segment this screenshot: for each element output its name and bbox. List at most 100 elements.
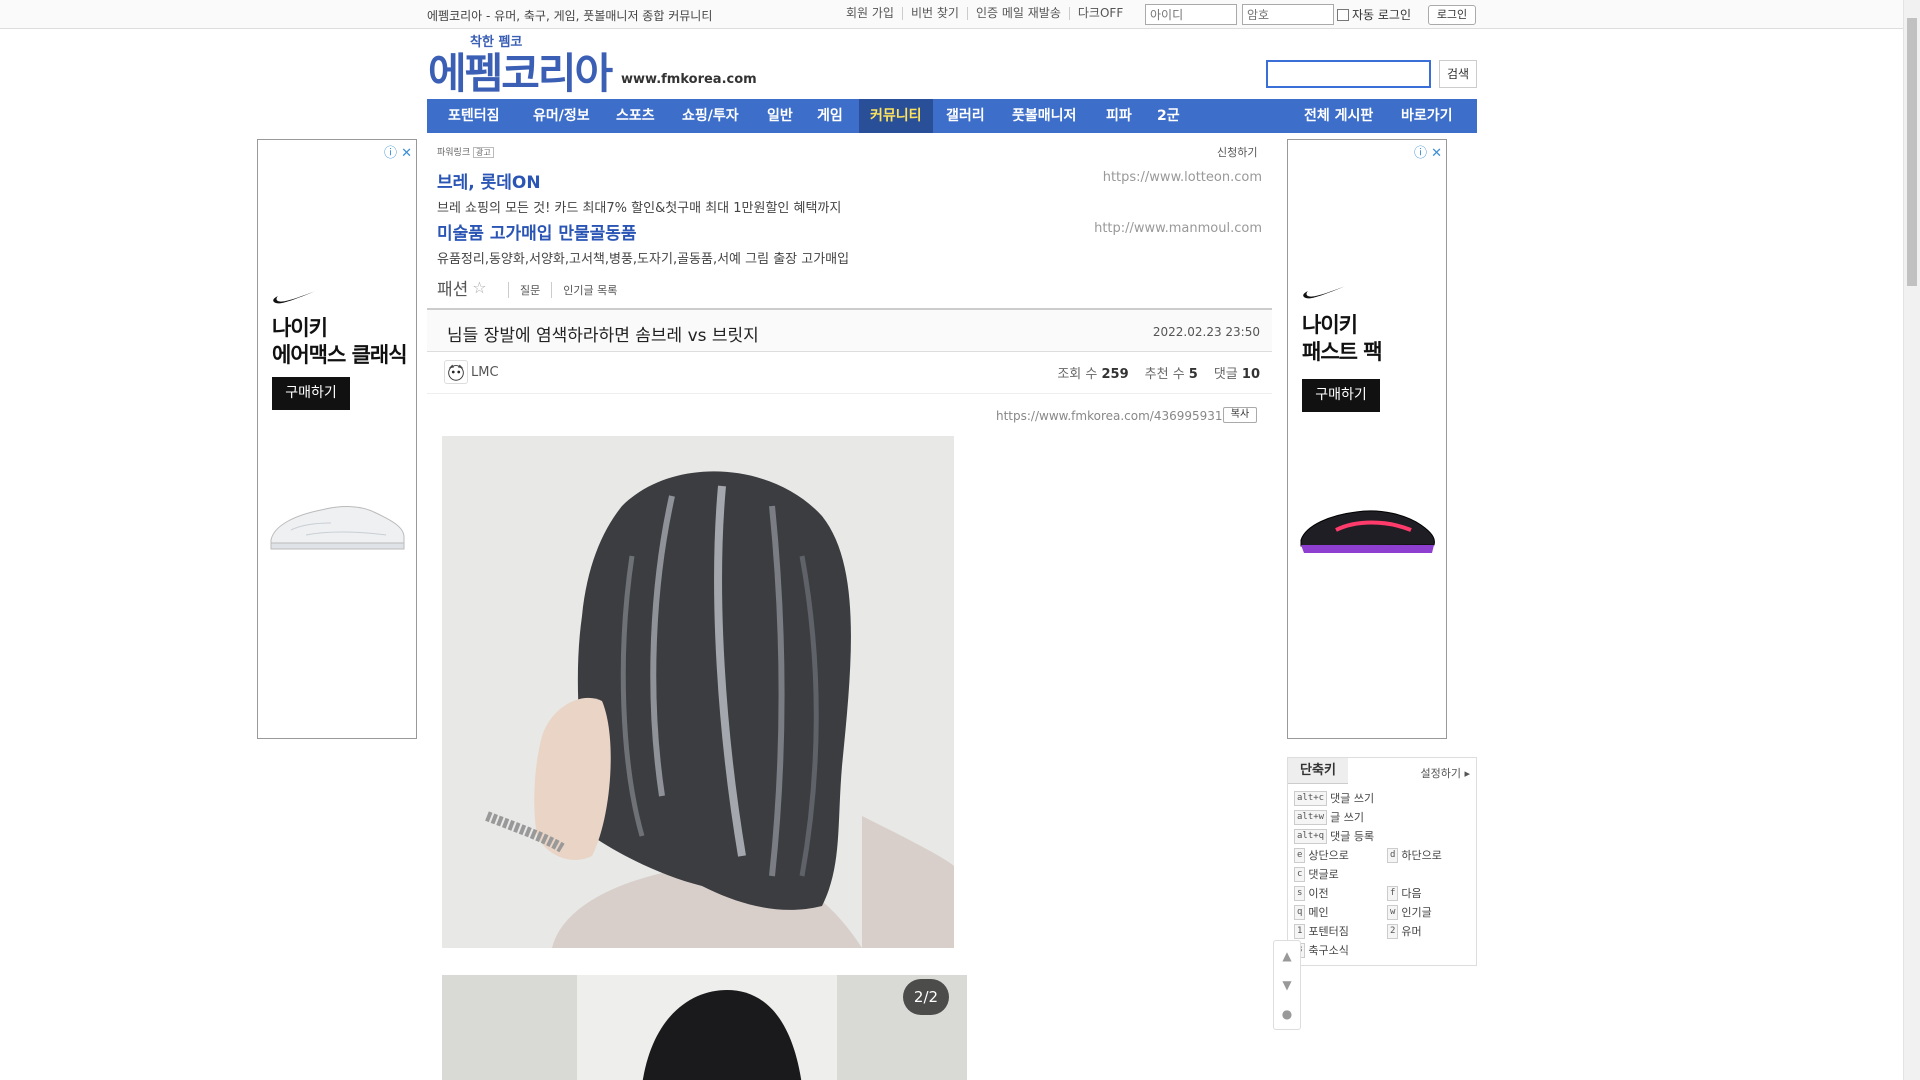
auto-login-checkbox[interactable] (1337, 8, 1349, 21)
powerlink-apply-link[interactable]: 신청하기 (1217, 144, 1257, 160)
find-password-link[interactable]: 비번 찾기 (903, 7, 968, 20)
nav-item-fm[interactable]: 풋볼매니저 (1000, 99, 1088, 133)
views-count: 259 (1101, 367, 1129, 382)
shortcut-panel: 단축키 설정하기 ▸ alt+c 댓글 쓰기 alt+w 글 쓰기 alt+q 댓글 … (1287, 757, 1477, 966)
shortcut-key: alt+q (1294, 828, 1328, 844)
board-link-popular[interactable]: 인기글 목록 (551, 282, 628, 298)
copy-link-button[interactable]: 복사 (1223, 407, 1257, 423)
post-image-1[interactable] (442, 436, 954, 948)
nav-item-gallery[interactable]: 갤러리 (934, 99, 997, 133)
author-name[interactable]: LMC (471, 365, 499, 380)
views-stat: 조회 수 259 (1057, 363, 1128, 382)
right-banner-ad[interactable]: ⓘ ✕ 나이키 패스트 팩 구매하기 (1287, 139, 1447, 739)
shortcut-key: alt+w (1294, 809, 1328, 825)
username-input[interactable] (1145, 4, 1237, 25)
shortcut-item: c 댓글로 (1294, 866, 1339, 882)
shortcut-label: 상단으로 (1308, 849, 1349, 862)
author-avatar[interactable] (444, 360, 468, 384)
signup-link[interactable]: 회원 가입 (838, 7, 903, 20)
nav-all-boards[interactable]: 전체 게시판 (1292, 99, 1385, 133)
comment-icon[interactable]: ● (1282, 1007, 1292, 1021)
shortcut-item: f 다음 (1387, 885, 1422, 901)
shortcut-item: e 상단으로 (1294, 847, 1349, 863)
shortcut-label: 댓글 쓰기 (1330, 792, 1375, 805)
shortcut-label: 댓글 등록 (1330, 830, 1375, 843)
board-name[interactable]: 패션 ☆ (437, 275, 487, 300)
text-ad[interactable]: 브레, 롯데ON 브레 쇼핑의 모든 것! 카드 최대7% 할인&첫구매 최대 … (437, 168, 1262, 216)
shortcut-label: 다음 (1401, 887, 1422, 900)
arrow-up-icon[interactable]: ▲ (1282, 949, 1291, 963)
shortcut-label: 유머 (1401, 925, 1422, 938)
resend-email-link[interactable]: 인증 메일 재발송 (968, 7, 1070, 20)
search-input[interactable] (1266, 60, 1431, 88)
scrollbar-thumb[interactable] (1907, 18, 1917, 286)
dark-mode-toggle[interactable]: 다크OFF (1070, 7, 1131, 20)
board-links: 질문 인기글 목록 (508, 282, 628, 298)
shortcut-tab[interactable]: 단축키 (1288, 758, 1348, 784)
site-logo[interactable]: 에펨코리아 (428, 40, 613, 101)
nav-item-2gun[interactable]: 2군 (1145, 99, 1192, 133)
nav-item-community[interactable]: 커뮤니티 (859, 99, 933, 133)
shortcut-item: alt+c 댓글 쓰기 (1294, 790, 1374, 806)
nav-item-humor[interactable]: 유머/정보 (521, 99, 602, 133)
post-image-2[interactable] (442, 975, 967, 1080)
board-link-question[interactable]: 질문 (508, 282, 551, 298)
powerlink-label: 파워링크 광고 (437, 145, 494, 158)
likes-label: 추천 수 (1144, 367, 1185, 382)
right-ad-buy-button[interactable]: 구매하기 (1302, 379, 1380, 412)
post-stats: 조회 수 259 추천 수 5 댓글 10 (1057, 363, 1260, 382)
nav-item-fifa[interactable]: 피파 (1094, 99, 1144, 133)
post-date: 2022.02.23 23:50 (1152, 325, 1260, 339)
text-ad-url[interactable]: https://www.lotteon.com (1103, 170, 1262, 185)
ad-badge: 광고 (473, 147, 494, 158)
page-scrollbar[interactable] (1903, 0, 1920, 1080)
post-permalink[interactable]: https://www.fmkorea.com/4369959316 (996, 409, 1230, 423)
shortcut-item: s 이전 (1294, 885, 1329, 901)
arrow-down-icon[interactable]: ▼ (1282, 978, 1291, 992)
shortcut-key: alt+c (1294, 790, 1328, 806)
text-ad[interactable]: 미술품 고가매입 만물골동품 유품정리,동양화,서양화,고서책,병풍,도자기,골… (437, 219, 1262, 267)
password-input[interactable] (1242, 4, 1334, 25)
shortcut-item: w 인기글 (1387, 904, 1432, 920)
image-counter: 2/2 (903, 979, 949, 1015)
login-button[interactable]: 로그인 (1428, 5, 1476, 25)
nav-item-game[interactable]: 게임 (805, 99, 855, 133)
text-ad-desc: 브레 쇼핑의 모든 것! 카드 최대7% 할인&첫구매 최대 1만원할인 혜택까… (437, 201, 842, 216)
nav-item-poten[interactable]: 포텐터짐 (436, 99, 512, 133)
shortcut-label: 이전 (1308, 887, 1329, 900)
black-sneaker-image (1300, 510, 1435, 553)
shortcut-label: 댓글로 (1308, 868, 1339, 881)
left-banner-ad[interactable]: ⓘ ✕ 나이키 에어맥스 클래식 구매하기 (257, 139, 417, 739)
right-ad-title-line1: 나이키 (1302, 313, 1358, 337)
shortcut-item: 2 유머 (1387, 923, 1422, 939)
caret-right-icon: ▸ (1464, 767, 1470, 780)
text-ad-url[interactable]: http://www.manmoul.com (1094, 221, 1262, 236)
left-ad-title-line2: 에어맥스 클래식 (272, 343, 408, 367)
nav-item-sports[interactable]: 스포츠 (604, 99, 667, 133)
star-icon[interactable]: ☆ (472, 278, 486, 297)
ad-info-icon[interactable]: ⓘ ✕ (1414, 142, 1442, 161)
nav-item-shopping[interactable]: 쇼핑/투자 (670, 99, 751, 133)
search-button[interactable]: 검색 (1439, 60, 1477, 88)
shortcut-key: e (1294, 847, 1306, 863)
post-title: 님들 장발에 염색하라하면 솜브레 vs 브릿지 (447, 326, 759, 346)
board-name-text[interactable]: 패션 (437, 275, 468, 300)
post-header: 님들 장발에 염색하라하면 솜브레 vs 브릿지 2022.02.23 23:5… (427, 308, 1272, 352)
ad-info-icon[interactable]: ⓘ ✕ (384, 142, 412, 161)
auto-login[interactable]: 자동 로그인 (1337, 6, 1411, 23)
floating-nav: ▲ ▼ ● (1273, 940, 1301, 1030)
post-meta: LMC 조회 수 259 추천 수 5 댓글 10 (427, 352, 1272, 394)
shortcut-item: q 메인 (1294, 904, 1329, 920)
shortcut-label: 축구소식 (1308, 944, 1349, 957)
comments-label: 댓글 (1213, 367, 1238, 382)
main-nav: 포텐터짐 유머/정보 스포츠 쇼핑/투자 일반 게임 커뮤니티 갤러리 풋볼매니… (427, 99, 1477, 133)
left-ad-buy-button[interactable]: 구매하기 (272, 377, 350, 410)
site-domain: www.fmkorea.com (621, 72, 757, 87)
nav-item-general[interactable]: 일반 (755, 99, 805, 133)
auto-login-label: 자동 로그인 (1352, 8, 1412, 22)
shortcut-settings-link[interactable]: 설정하기 ▸ (1420, 765, 1470, 781)
shortcut-key: c (1294, 866, 1306, 882)
shortcut-key: f (1387, 885, 1399, 901)
nav-shortcuts[interactable]: 바로가기 (1389, 99, 1465, 133)
account-links: 회원 가입 비번 찾기 인증 메일 재발송 다크OFF (838, 7, 1131, 20)
